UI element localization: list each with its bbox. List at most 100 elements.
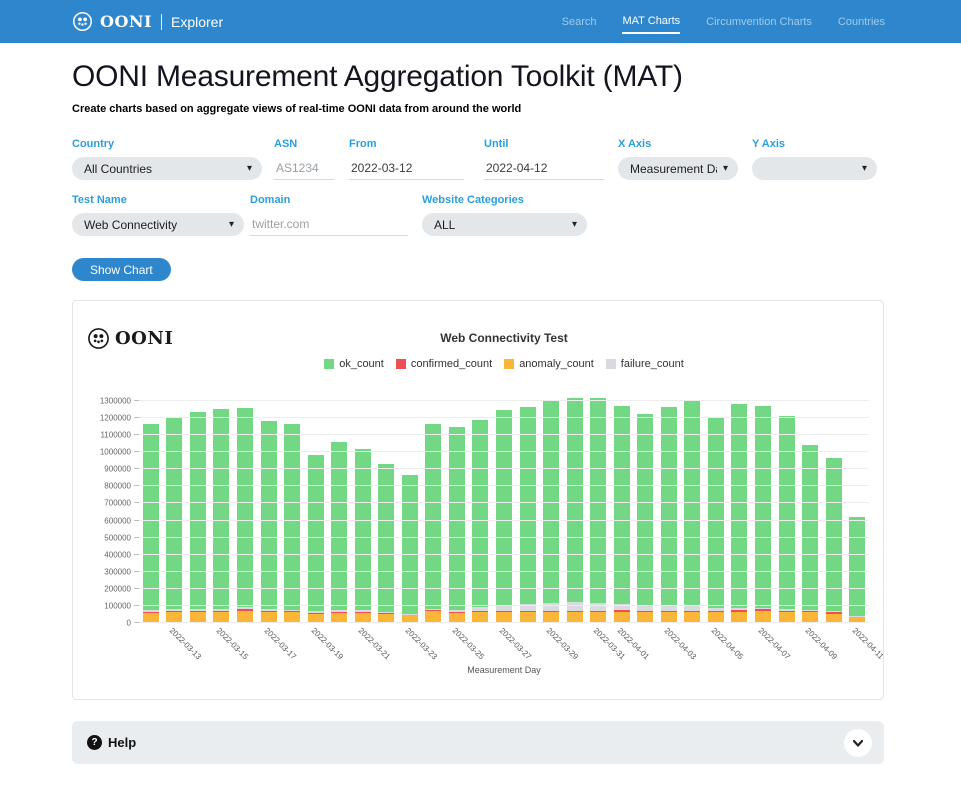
y-tick-label: 1300000 xyxy=(100,397,131,406)
bar-2022-03-22[interactable] xyxy=(378,464,394,623)
help-bar[interactable]: ? Help xyxy=(72,721,884,764)
legend-item-ok_count: ok_count xyxy=(324,358,384,370)
bar-2022-03-30[interactable] xyxy=(567,398,583,623)
until-label: Until xyxy=(484,138,604,150)
chevron-down-icon: ▾ xyxy=(572,219,577,230)
legend-item-confirmed_count: confirmed_count xyxy=(396,358,492,370)
gridline xyxy=(139,451,869,452)
bar-segment-ok_count xyxy=(472,420,488,607)
ooni-octopus-icon xyxy=(87,327,110,350)
x-axis-select-value: Measurement Day xyxy=(630,162,717,176)
from-label: From xyxy=(349,138,464,150)
bar-2022-04-06[interactable] xyxy=(731,404,747,623)
country-label: Country xyxy=(72,138,262,150)
website-categories-label: Website Categories xyxy=(422,194,587,206)
bar-segment-ok_count xyxy=(237,408,253,607)
bar-2022-03-14[interactable] xyxy=(190,412,206,623)
bar-segment-ok_count xyxy=(590,398,606,603)
help-collapse-button[interactable] xyxy=(844,729,872,757)
bar-2022-03-24[interactable] xyxy=(425,424,441,623)
domain-input[interactable] xyxy=(250,213,408,236)
bar-segment-ok_count xyxy=(614,406,630,603)
bar-2022-04-01[interactable] xyxy=(614,406,630,623)
legend-item-anomaly_count: anomaly_count xyxy=(504,358,594,370)
gridline xyxy=(139,417,869,418)
gridline xyxy=(139,588,869,589)
x-axis-select[interactable]: Measurement Day ▾ xyxy=(618,157,738,180)
bar-2022-03-31[interactable] xyxy=(590,398,606,623)
bar-segment-ok_count xyxy=(637,414,653,606)
asn-label: ASN xyxy=(274,138,334,150)
chart-ooni-logo: OONI xyxy=(87,327,173,350)
y-axis-label: Y Axis xyxy=(752,138,877,150)
legend-swatch xyxy=(606,359,616,369)
bar-segment-ok_count xyxy=(166,417,182,609)
y-tick-label: 1100000 xyxy=(100,431,131,440)
bar-segment-ok_count xyxy=(355,449,371,611)
ooni-explorer-logo[interactable]: OONI Explorer xyxy=(72,11,223,32)
bar-segment-ok_count xyxy=(661,407,677,605)
bar-segment-ok_count xyxy=(520,407,536,604)
bar-2022-03-18[interactable] xyxy=(284,424,300,623)
y-tick-label: 0 xyxy=(127,619,131,628)
bar-segment-failure_count xyxy=(567,602,583,610)
ooni-octopus-icon xyxy=(72,11,93,32)
bar-2022-04-03[interactable] xyxy=(661,407,677,623)
test-name-select-value: Web Connectivity xyxy=(84,218,223,232)
y-tick-label: 200000 xyxy=(104,584,131,593)
legend-swatch xyxy=(504,359,514,369)
navbar: OONI Explorer Search MAT Charts Circumvent… xyxy=(0,0,961,43)
bar-2022-03-25[interactable] xyxy=(449,427,465,623)
y-axis: 0100000200000300000400000500000600000700… xyxy=(87,401,139,623)
nav-link-countries[interactable]: Countries xyxy=(838,10,885,33)
nav-link-mat-charts[interactable]: MAT Charts xyxy=(622,9,680,34)
country-select[interactable]: All Countries ▾ xyxy=(72,157,262,180)
bar-2022-04-09[interactable] xyxy=(802,445,818,623)
from-date-input[interactable] xyxy=(349,157,464,180)
y-axis-select[interactable]: ▾ xyxy=(752,157,877,180)
y-tick-label: 500000 xyxy=(104,533,131,542)
y-tick-label: 1200000 xyxy=(100,414,131,423)
legend-label: confirmed_count xyxy=(411,358,492,370)
page-title: OONI Measurement Aggregation Toolkit (MA… xyxy=(72,60,884,94)
plot-area: 2022-03-132022-03-152022-03-172022-03-19… xyxy=(139,401,869,623)
legend-label: ok_count xyxy=(339,358,384,370)
y-tick-label: 400000 xyxy=(104,550,131,559)
x-axis-title: Measurement Day xyxy=(139,665,869,675)
gridline xyxy=(139,485,869,486)
chart-plot: 0100000200000300000400000500000600000700… xyxy=(87,401,869,623)
gridline xyxy=(139,502,869,503)
bar-2022-03-16[interactable] xyxy=(237,408,253,623)
chart-title: Web Connectivity Test xyxy=(139,325,869,345)
nav-link-circumvention-charts[interactable]: Circumvention Charts xyxy=(706,10,812,33)
gridline xyxy=(139,554,869,555)
bar-segment-ok_count xyxy=(849,517,865,616)
chart-brand-name: OONI xyxy=(115,328,173,349)
until-date-input[interactable] xyxy=(484,157,604,180)
nav-link-search[interactable]: Search xyxy=(562,10,597,33)
bar-2022-03-28[interactable] xyxy=(520,407,536,623)
test-name-select[interactable]: Web Connectivity ▾ xyxy=(72,213,244,236)
bar-2022-04-10[interactable] xyxy=(826,458,842,623)
bar-2022-03-19[interactable] xyxy=(308,455,324,623)
website-categories-select-value: ALL xyxy=(434,218,566,232)
bar-2022-04-07[interactable] xyxy=(755,406,771,623)
bar-2022-03-15[interactable] xyxy=(213,409,229,623)
show-chart-button[interactable]: Show Chart xyxy=(72,258,171,281)
bar-segment-ok_count xyxy=(755,406,771,608)
bar-segment-ok_count xyxy=(802,445,818,610)
domain-label: Domain xyxy=(250,194,408,206)
bar-2022-03-23[interactable] xyxy=(402,475,418,623)
asn-input[interactable] xyxy=(274,157,334,180)
gridline xyxy=(139,571,869,572)
bar-2022-03-12[interactable] xyxy=(143,424,159,623)
bar-2022-03-27[interactable] xyxy=(496,410,512,623)
y-tick-label: 800000 xyxy=(104,482,131,491)
gridline xyxy=(139,468,869,469)
chevron-down-icon: ▾ xyxy=(229,219,234,230)
bar-segment-ok_count xyxy=(449,427,465,610)
brand-sub: Explorer xyxy=(171,14,223,30)
chevron-down-icon: ▾ xyxy=(723,163,728,174)
help-label: Help xyxy=(108,735,136,750)
website-categories-select[interactable]: ALL ▾ xyxy=(422,213,587,236)
